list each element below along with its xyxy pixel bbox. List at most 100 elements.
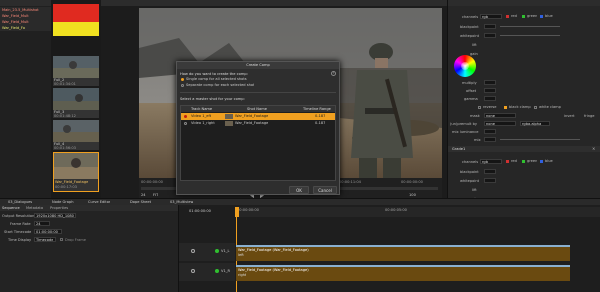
color-wheel-center — [461, 62, 469, 70]
tab-curve-editor[interactable]: Curve Editor — [88, 200, 110, 204]
output-resolution-value: 1920x1080 HD_1080 — [36, 214, 74, 218]
table-row-1-selected[interactable]: Video 1_eft War_Field_Footage 0-187 — [181, 113, 335, 120]
viewer-zoom[interactable]: FIT — [153, 193, 158, 197]
mix-field[interactable] — [484, 137, 496, 142]
blackpoint-field[interactable] — [484, 24, 496, 29]
mask-fringe-label: fringe — [584, 114, 595, 118]
white-clamp-check[interactable] — [534, 106, 537, 109]
thumbnail-3-image — [53, 120, 99, 142]
gamma-field[interactable] — [484, 96, 496, 101]
clip-left-title: War_Field_Footage (War_Field_Footage) — [238, 248, 309, 252]
thumbnail-1-info: 00:01:34:01 — [54, 82, 76, 86]
thumbnail-4-selected[interactable]: War_Field_Footage 00:00:17:03 — [53, 152, 99, 192]
viewer-fps[interactable]: 24 — [141, 193, 146, 197]
shot-bin-row-4[interactable]: War_Field_Fo — [0, 25, 51, 31]
whitepoint-field[interactable] — [484, 33, 496, 38]
cancel-button[interactable]: Cancel — [313, 186, 337, 194]
radio-separate-comp[interactable] — [181, 84, 184, 87]
grade2-blue-check[interactable] — [540, 160, 543, 163]
radio-single-comp[interactable] — [181, 78, 184, 81]
row-2-radio[interactable] — [184, 122, 187, 125]
tab-node-graph[interactable]: Node Graph — [52, 200, 74, 204]
thumbnail-3[interactable]: Full_4 00:01:56:03 — [53, 120, 99, 150]
shot-table: Track Name Shot Name Timeline Range Vide… — [180, 105, 336, 181]
row-2-track: Video 1_right — [191, 121, 215, 125]
thumbnail-2[interactable]: Full_3 00:01:48:12 — [53, 88, 99, 118]
start-timecode-field[interactable]: 01:00:00:00 — [34, 229, 62, 234]
clip-right[interactable]: War_Field_Footage (War_Field_Footage) ri… — [236, 265, 570, 281]
grade2-label-channels: channels — [462, 160, 479, 164]
grade2-green-check[interactable] — [522, 160, 525, 163]
grade-label-unpremult: (un)premult by — [450, 122, 477, 126]
drop-frame-check[interactable] — [60, 238, 63, 241]
grade-channels-dropdown[interactable]: rgb — [480, 14, 502, 19]
playhead-timecode: 01:00:00:00 — [189, 209, 211, 213]
green-channel-check[interactable] — [522, 15, 525, 18]
black-clamp-check[interactable] — [504, 106, 507, 109]
grade2-label-lift: lift — [472, 188, 477, 192]
mask-dropdown[interactable]: none — [484, 113, 516, 118]
shot-bin-row-3-label: War_Field_Mult — [2, 20, 29, 24]
frame-rate-value: 24 — [36, 222, 41, 226]
shot-bin-row-4-label: War_Field_Fo — [2, 26, 26, 30]
shot-bin-row-1-label: Main_23.5_Multishot — [2, 8, 39, 12]
grade2-blackpoint-field[interactable] — [484, 169, 496, 174]
thumbnail-1-image — [53, 56, 99, 78]
track-right-eye-icon[interactable] — [191, 269, 195, 273]
mix-luminance-field[interactable] — [484, 129, 496, 134]
frame-rate-dropdown[interactable]: 24 — [34, 221, 50, 226]
row-1-radio[interactable] — [184, 115, 187, 118]
track-left-eye-icon[interactable] — [191, 249, 195, 253]
row-1-thumb — [225, 114, 233, 119]
tab-metadata[interactable]: Metadata — [26, 206, 43, 210]
track-right-status-icon[interactable] — [215, 269, 219, 273]
thumbnail-4-image — [54, 153, 98, 179]
selected-clip-strip[interactable] — [53, 4, 99, 36]
grade2-red-check[interactable] — [506, 160, 509, 163]
ok-button[interactable]: OK — [289, 186, 309, 194]
track-header-right: V1_R — [179, 263, 235, 281]
viewer-frame[interactable]: 100 — [409, 193, 416, 197]
reverse-check[interactable] — [478, 106, 481, 109]
table-header: Track Name Shot Name Timeline Range — [181, 106, 335, 112]
color-wheel[interactable] — [454, 55, 476, 77]
whitepoint-slider[interactable] — [500, 35, 560, 36]
grade2-channels-value: rgb — [482, 160, 488, 164]
table-row-2[interactable]: Video 1_right War_Field_Footage 0-187 — [181, 120, 335, 127]
offset-field[interactable] — [484, 88, 496, 93]
timeline-ruler[interactable]: 00:00:00:00 00:00:05:00 — [235, 207, 600, 217]
thumbnail-4-name: War_Field_Footage — [55, 180, 89, 184]
track-left-status-icon[interactable] — [215, 249, 219, 253]
thumbnail-3-info: 00:01:56:03 — [54, 146, 76, 150]
close-icon[interactable]: × — [592, 147, 596, 151]
tab-dope-sheet[interactable]: Dope Sheet — [130, 200, 151, 204]
blue-channel-check[interactable] — [540, 15, 543, 18]
red-channel-check[interactable] — [506, 15, 509, 18]
track-right-name: V1_R — [221, 269, 231, 273]
unpremult-dropdown[interactable]: none — [484, 121, 516, 126]
dialog-title: Create Comp — [246, 63, 270, 67]
white-clamp-label: white clamp — [539, 105, 561, 109]
tab-dialogues[interactable]: 03_Dialogues — [8, 200, 32, 204]
help-icon[interactable]: ? — [331, 71, 336, 76]
alpha-dropdown[interactable]: rgba.alpha — [520, 121, 550, 126]
blackpoint-slider[interactable] — [500, 26, 560, 27]
tab-multiview[interactable]: 03_Multiview — [170, 200, 193, 204]
playhead-marker[interactable] — [235, 207, 239, 217]
clip-left[interactable]: War_Field_Footage (War_Field_Footage) le… — [236, 245, 570, 261]
time-display-dropdown[interactable]: Timecode — [34, 237, 56, 242]
grade2-channels-dropdown[interactable]: rgb — [480, 159, 502, 164]
green-label: green — [527, 14, 538, 18]
mix-slider[interactable] — [500, 139, 580, 140]
grade-label-gain: gain — [470, 52, 478, 56]
output-resolution-dropdown[interactable]: 1920x1080 HD_1080 — [34, 213, 76, 218]
blue-label: blue — [545, 14, 553, 18]
grade-label-mask: mask — [470, 114, 480, 118]
viewer-timecode-right: 00:00:00:00 — [401, 180, 423, 184]
tab-sequence[interactable]: Sequence — [2, 206, 20, 210]
thumbnail-1[interactable]: Full_2 00:01:34:01 — [53, 56, 99, 86]
grade2-whitepoint-field[interactable] — [484, 178, 496, 183]
tab-properties[interactable]: Properties — [50, 206, 68, 210]
multiply-field[interactable] — [484, 80, 496, 85]
track-header-left: V1_L — [179, 243, 235, 261]
